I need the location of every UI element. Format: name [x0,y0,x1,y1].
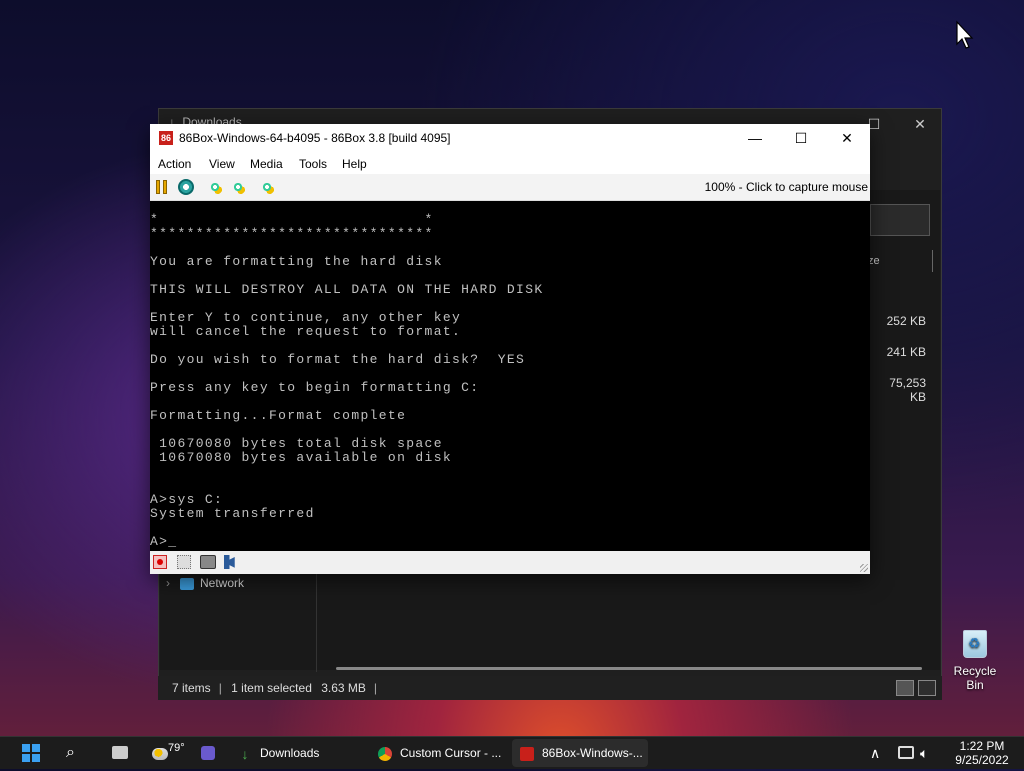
recycle-bin[interactable]: Recycle Bin [944,630,1006,692]
minimize-button[interactable]: — [732,124,778,152]
taskbar-app-downloads[interactable]: ↓ Downloads [238,737,320,769]
dos-console-output: * * ******************************* You … [150,212,544,549]
tray-overflow-chevron-icon[interactable]: ∧ [870,737,880,769]
file-size: 75,253 KB [889,376,926,404]
menu-media[interactable]: Media [250,157,283,171]
chrome-icon [378,746,392,761]
explorer-search-input[interactable] [870,204,930,236]
nav-item-network[interactable]: › Network [166,576,244,590]
emulator-screen[interactable]: * * ******************************* You … [150,201,870,551]
chevron-right-icon[interactable]: › [166,576,170,590]
floppy-drive-icon[interactable] [153,555,167,569]
selection-count: 1 item selected [231,681,312,695]
pause-icon[interactable] [155,179,171,195]
sound-icon[interactable] [224,553,238,570]
maximize-button[interactable]: ☐ [778,124,824,152]
86box-status-bar [150,551,870,574]
taskbar: ⌕ 79° ↓ Downloads Custom Cursor - ... 86B… [0,736,1024,769]
file-size: 241 KB [886,345,926,359]
recycle-bin-icon [963,630,987,658]
task-view-icon[interactable] [112,746,128,759]
clock-time: 1:22 PM [959,739,1005,753]
86box-icon [520,746,534,761]
download-icon: ↓ [241,745,249,762]
clock[interactable]: 1:22 PM 9/25/2022 [950,737,1014,771]
taskbar-app-chrome[interactable]: Custom Cursor - ... [378,737,501,769]
item-count: 7 items [172,681,211,695]
explorer-status-bar: 7 items | 1 item selected 3.63 MB | [158,676,942,700]
86box-logo-icon: 86 [159,131,173,145]
menu-help[interactable]: Help [342,157,367,171]
86box-window[interactable]: 86 86Box-Windows-64-b4095 - 86Box 3.8 [b… [150,124,870,574]
cdrom-drive-icon[interactable] [177,555,191,569]
close-button[interactable]: ✕ [824,124,870,152]
menu-tools[interactable]: Tools [299,157,327,171]
start-button[interactable] [22,744,40,762]
network-icon [180,577,194,590]
tiles-view-button[interactable] [918,680,936,696]
search-icon[interactable]: ⌕ [66,737,75,769]
86box-menu-bar: Action View Media Tools Help [150,152,870,174]
taskbar-app-86box[interactable]: 86Box-Windows-... [512,739,648,767]
volume-icon[interactable]: 🔈︎ [920,737,928,769]
resize-grip[interactable] [860,564,868,572]
hard-disk-icon[interactable] [200,555,216,569]
menu-action[interactable]: Action [158,157,191,171]
recycle-bin-label: Recycle Bin [953,664,997,692]
weather-icon [152,747,168,760]
86box-title: 86Box-Windows-64-b4095 - 86Box 3.8 [buil… [179,131,451,145]
86box-toolbar: 100% - Click to capture mouse [150,174,870,201]
file-size: 252 KB [886,314,926,328]
86box-title-bar[interactable]: 86 86Box-Windows-64-b4095 - 86Box 3.8 [b… [150,124,870,152]
nav-pane-divider[interactable] [316,572,317,672]
settings-icon[interactable] [259,179,275,195]
mouse-capture-status[interactable]: 100% - Click to capture mouse [705,180,868,194]
chat-icon[interactable] [201,746,215,760]
selection-size: 3.63 MB [321,681,366,695]
weather-widget[interactable]: 79° [152,737,185,769]
details-view-button[interactable] [896,680,914,696]
reset-icon[interactable] [178,179,194,195]
clock-date: 9/25/2022 [955,753,1009,767]
column-divider[interactable] [932,250,933,272]
mouse-cursor-icon [955,20,975,53]
horizontal-scrollbar[interactable] [336,667,922,670]
network-icon[interactable] [898,746,914,759]
ctrl-alt-del-icon[interactable] [207,179,223,195]
ctrl-alt-esc-icon[interactable] [230,179,246,195]
menu-view[interactable]: View [209,157,235,171]
explorer-close-button[interactable]: ✕ [905,113,935,135]
